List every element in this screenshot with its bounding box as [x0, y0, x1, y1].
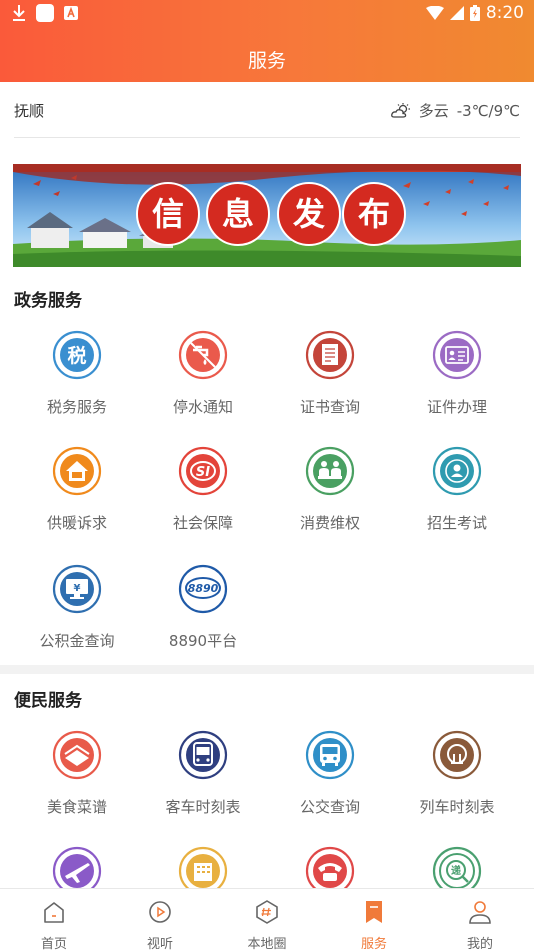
a-notification-icon: [64, 6, 78, 20]
coach-timetable-item[interactable]: 客车时刻表: [143, 730, 263, 817]
svg-text:递: 递: [451, 864, 461, 877]
nav-label: 视听: [146, 937, 173, 950]
consumer-rights-item[interactable]: 消费维权: [270, 446, 390, 533]
item-label: 供暖诉求: [46, 514, 107, 532]
battery-icon: [469, 5, 480, 21]
train-timetable-item[interactable]: 列车时刻表: [397, 730, 517, 817]
banner-image: 信 息 发 布: [13, 164, 521, 267]
item-label: 公积金查询: [39, 632, 115, 650]
app-header: 8:20 服务: [0, 0, 534, 82]
id-card-icon: [432, 330, 482, 380]
nav-mine[interactable]: 我的: [440, 899, 520, 950]
location-weather-row: 抚顺 多云 -3℃/9℃: [14, 82, 520, 138]
item-label: 税务服务: [46, 398, 107, 416]
heating-appeal-item[interactable]: 供暖诉求: [17, 446, 137, 533]
page-title: 服务: [247, 50, 286, 72]
temperature: -3℃/9℃: [456, 101, 520, 120]
item-label: 证件办理: [426, 398, 487, 416]
bus-query-item[interactable]: 公交查询: [270, 730, 390, 817]
svg-text:税: 税: [67, 344, 86, 367]
nav-label: 我的: [466, 937, 493, 950]
platform-8890-item[interactable]: 8890 8890平台: [143, 564, 263, 651]
download-icon: [13, 5, 25, 21]
gov-section-title: 政务服务: [14, 291, 82, 311]
status-time: 8:20: [485, 3, 524, 23]
item-label: 社会保障: [172, 514, 233, 532]
nav-label: 服务: [360, 937, 387, 950]
home-icon: [44, 902, 64, 923]
platform-8890-icon: 8890: [178, 564, 228, 614]
nav-service[interactable]: 服务: [334, 899, 414, 950]
weather-info: 多云 -3℃/9℃: [390, 100, 520, 121]
bottom-navigation: 首页 视听 本地圈 服务 我的: [0, 888, 534, 950]
exam-icon: [432, 446, 482, 496]
consumer-rights-icon: [305, 446, 355, 496]
item-label: 列车时刻表: [419, 798, 495, 816]
item-label: 客车时刻表: [165, 798, 241, 816]
play-icon: [149, 901, 171, 923]
wifi-icon: [425, 6, 444, 20]
item-label: 证书查询: [299, 398, 360, 416]
item-label: 停水通知: [172, 398, 233, 416]
social-security-item[interactable]: SI 社会保障: [143, 446, 263, 533]
banner-char-2: 息: [222, 195, 254, 233]
tax-icon: 税: [52, 330, 102, 380]
city-selector[interactable]: 抚顺: [14, 100, 44, 121]
certificate-icon: [305, 330, 355, 380]
nav-video[interactable]: 视听: [120, 899, 200, 950]
nav-label: 首页: [40, 937, 67, 950]
banner-char-4: 布: [358, 195, 390, 233]
certificate-query-item[interactable]: 证书查询: [270, 330, 390, 417]
water-off-icon: [178, 330, 228, 380]
housing-fund-icon: ¥: [52, 564, 102, 614]
exam-item[interactable]: 招生考试: [397, 446, 517, 533]
svg-text:SI: SI: [196, 465, 210, 480]
item-label: 美食菜谱: [46, 798, 107, 816]
cloudy-icon: [390, 102, 410, 118]
item-label: 招生考试: [426, 514, 487, 532]
banner-char-3: 发: [293, 195, 325, 233]
coach-bus-icon: [178, 730, 228, 780]
svg-text:8890: 8890: [188, 582, 219, 595]
civil-section-title: 便民服务: [14, 691, 82, 711]
heating-icon: [52, 446, 102, 496]
user-icon: [469, 901, 491, 924]
id-processing-item[interactable]: 证件办理: [397, 330, 517, 417]
info-banner[interactable]: 信 息 发 布: [13, 164, 521, 267]
item-label: 消费维权: [299, 514, 360, 532]
section-divider: [0, 665, 534, 674]
nav-home[interactable]: 首页: [14, 899, 94, 950]
nav-label: 本地圈: [247, 937, 287, 950]
item-label: 8890平台: [168, 632, 238, 650]
item-label: 公交查询: [299, 798, 360, 816]
banner-char-1: 信: [152, 195, 184, 233]
recipe-item[interactable]: 美食菜谱: [17, 730, 137, 817]
app-notification-icon: [36, 4, 54, 22]
svg-text:¥: ¥: [74, 583, 81, 594]
weather-text: 多云: [418, 102, 449, 120]
bookmark-icon: [366, 901, 382, 923]
signal-icon: [449, 6, 464, 20]
hashtag-icon: [256, 900, 278, 924]
recipe-icon: [52, 730, 102, 780]
nav-local[interactable]: 本地圈: [227, 899, 307, 950]
train-icon: [432, 730, 482, 780]
water-off-item[interactable]: 停水通知: [143, 330, 263, 417]
city-bus-icon: [305, 730, 355, 780]
status-bar: 8:20: [0, 0, 534, 28]
social-security-icon: SI: [178, 446, 228, 496]
housing-fund-item[interactable]: ¥ 公积金查询: [17, 564, 137, 651]
tax-service-item[interactable]: 税 税务服务: [17, 330, 137, 417]
